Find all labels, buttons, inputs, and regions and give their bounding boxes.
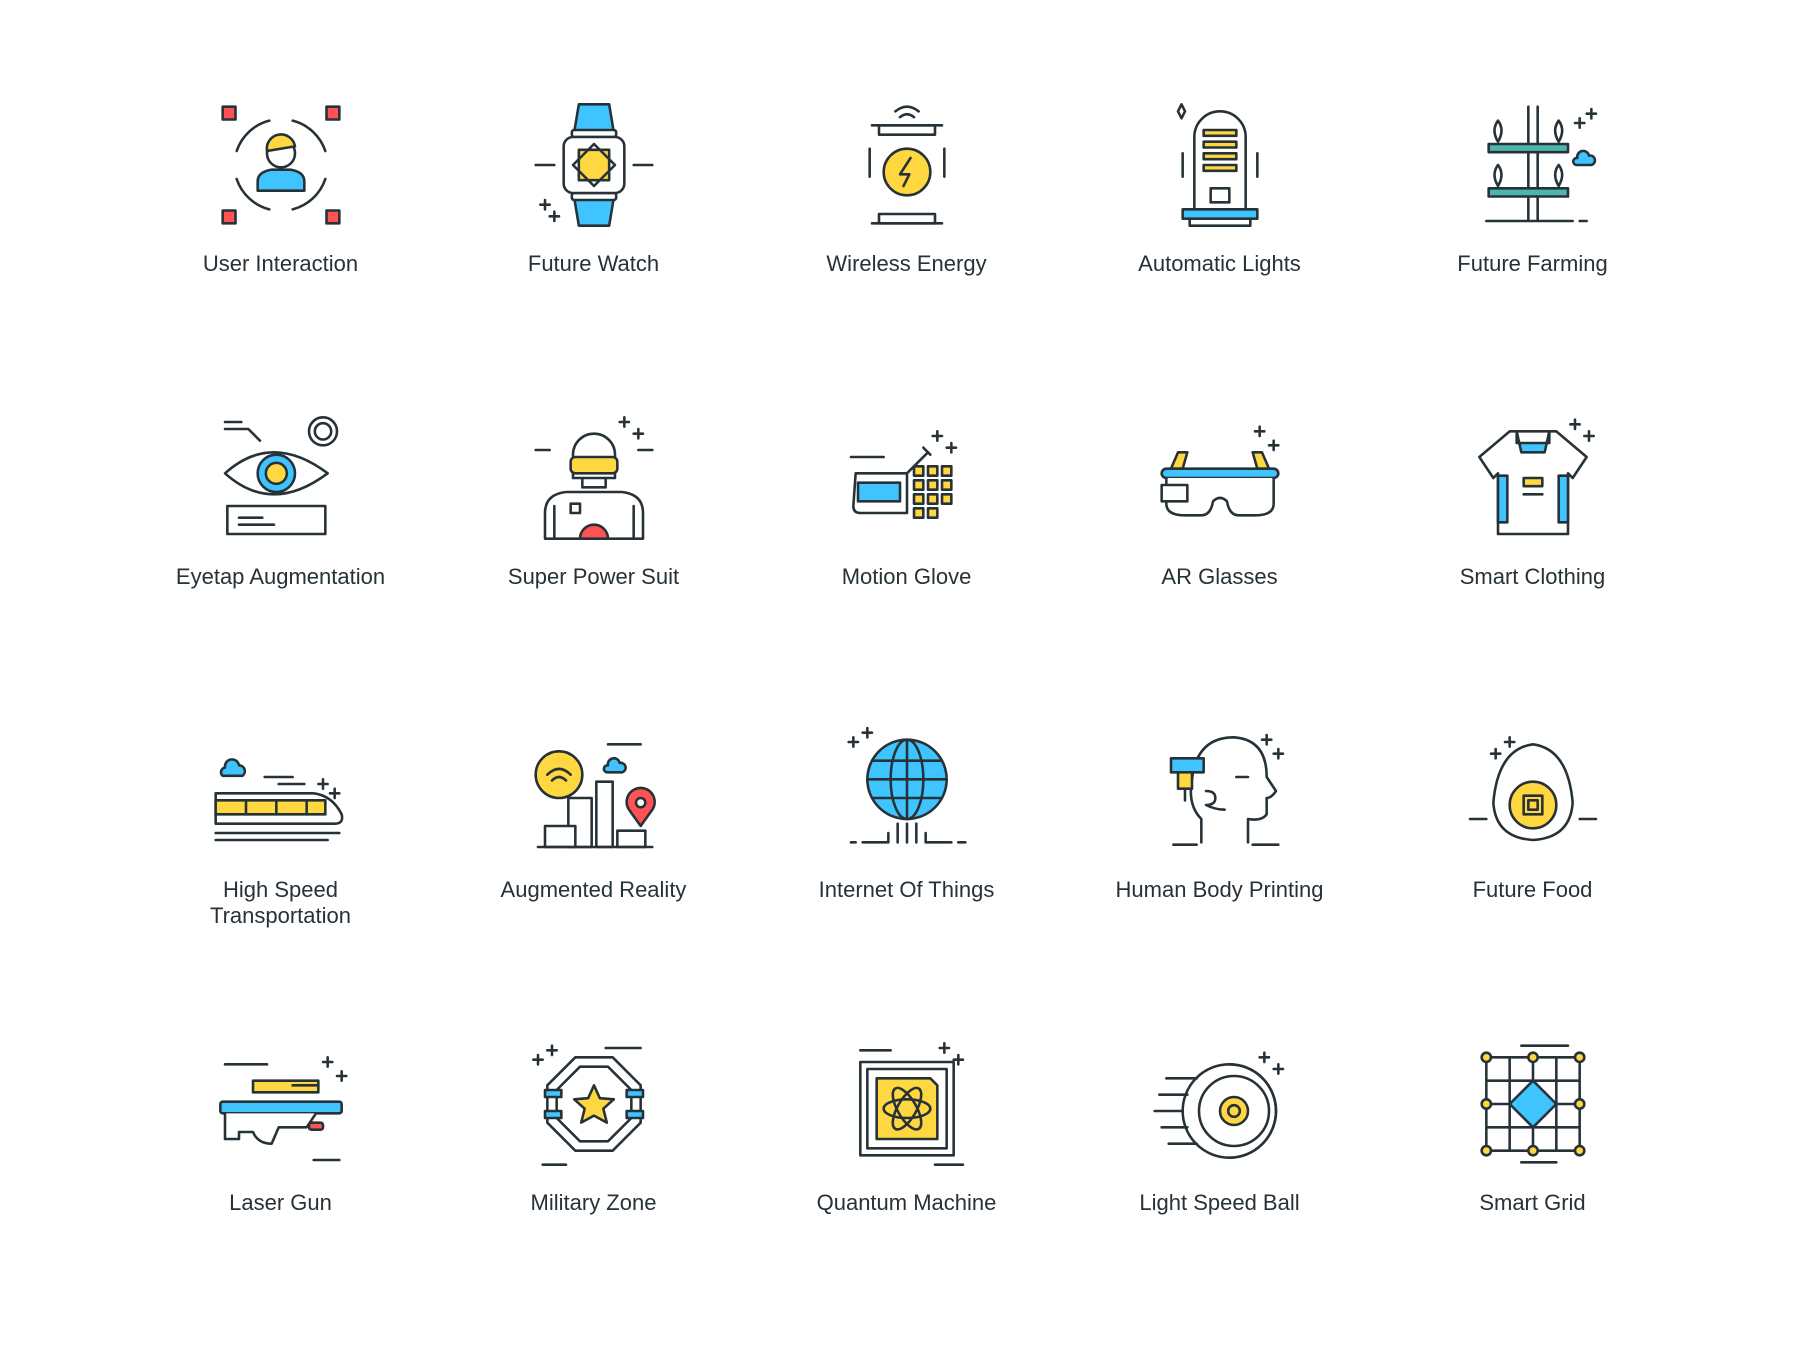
icon-label: Light Speed Ball	[1139, 1190, 1300, 1215]
icon-label: Augmented Reality	[500, 877, 687, 902]
icon-card-ar-glasses: AR Glasses	[1063, 408, 1376, 721]
military-star-icon	[531, 1044, 644, 1166]
icon-label: Future Food	[1472, 877, 1593, 902]
icon-label: Future Watch	[527, 251, 660, 276]
head-printer-icon	[1169, 733, 1284, 846]
icon-label: Eyetap Augmentation	[175, 564, 386, 589]
icon-card-user-interaction: User Interaction	[124, 95, 437, 408]
icon-label: Future Farming	[1457, 251, 1608, 276]
icon-card-smart-clothing: Smart Clothing	[1376, 408, 1689, 721]
icon-label: AR Glasses	[1161, 564, 1278, 589]
power-suit-icon	[533, 416, 654, 540]
icon-card-eyetap-augmentation: Eyetap Augmentation	[124, 408, 437, 721]
eye-icon	[223, 416, 338, 536]
laser-gun-icon	[218, 1056, 348, 1162]
wireless-energy-icon	[867, 105, 946, 225]
smartwatch-icon	[533, 103, 654, 227]
icon-label: User Interaction	[202, 251, 359, 276]
icon-label: Automatic Lights	[1138, 251, 1301, 276]
ar-glasses-icon	[1159, 425, 1280, 517]
icon-label: Quantum Machine	[816, 1190, 997, 1215]
icon-card-military-zone: Military Zone	[437, 1034, 750, 1347]
speed-ball-icon	[1152, 1051, 1284, 1159]
icon-label: Motion Glove	[841, 564, 972, 589]
lamp-icon	[1176, 103, 1259, 227]
icon-card-high-speed-transportation: High Speed Transportation	[124, 721, 437, 1034]
icon-label: Internet Of Things	[818, 877, 995, 902]
icon-card-laser-gun: Laser Gun	[124, 1034, 437, 1347]
icon-card-human-body-printing: Human Body Printing	[1063, 721, 1376, 1034]
user-interaction-icon	[220, 105, 341, 225]
icon-label: Military Zone	[530, 1190, 657, 1215]
icon-card-light-speed-ball: Light Speed Ball	[1063, 1034, 1376, 1347]
train-icon	[213, 758, 343, 842]
icon-card-motion-glove: Motion Glove	[750, 408, 1063, 721]
icon-card-automatic-lights: Automatic Lights	[1063, 95, 1376, 408]
icon-label: Smart Grid	[1479, 1190, 1586, 1215]
icon-label: Wireless Energy	[826, 251, 987, 276]
icon-card-future-watch: Future Watch	[437, 95, 750, 408]
globe-icon	[846, 726, 967, 844]
egg-chip-icon	[1468, 736, 1597, 842]
icon-card-augmented-reality: Augmented Reality	[437, 721, 750, 1034]
icon-card-quantum-machine: Quantum Machine	[750, 1034, 1063, 1347]
icon-card-internet-of-things: Internet Of Things	[750, 721, 1063, 1034]
icon-label: Laser Gun	[229, 1190, 332, 1215]
icon-card-smart-grid: Smart Grid	[1376, 1034, 1689, 1347]
icon-label: Super Power Suit	[507, 564, 680, 589]
icon-label: Human Body Printing	[1115, 877, 1324, 902]
farming-icon	[1484, 105, 1597, 223]
atom-chip-icon	[858, 1042, 964, 1166]
city-location-icon	[533, 743, 656, 849]
icon-grid: User Interaction Future Watch Wireless E…	[124, 95, 1689, 1347]
glove-icon	[849, 430, 957, 519]
icon-card-future-food: Future Food	[1376, 721, 1689, 1034]
shirt-icon	[1477, 418, 1595, 536]
icon-card-super-power-suit: Super Power Suit	[437, 408, 750, 721]
icon-card-wireless-energy: Wireless Energy	[750, 95, 1063, 408]
icon-label: Smart Clothing	[1459, 564, 1606, 589]
grid-icon	[1479, 1044, 1586, 1164]
icon-card-future-farming: Future Farming	[1376, 95, 1689, 408]
icon-label: High Speed Transportation	[209, 877, 352, 928]
